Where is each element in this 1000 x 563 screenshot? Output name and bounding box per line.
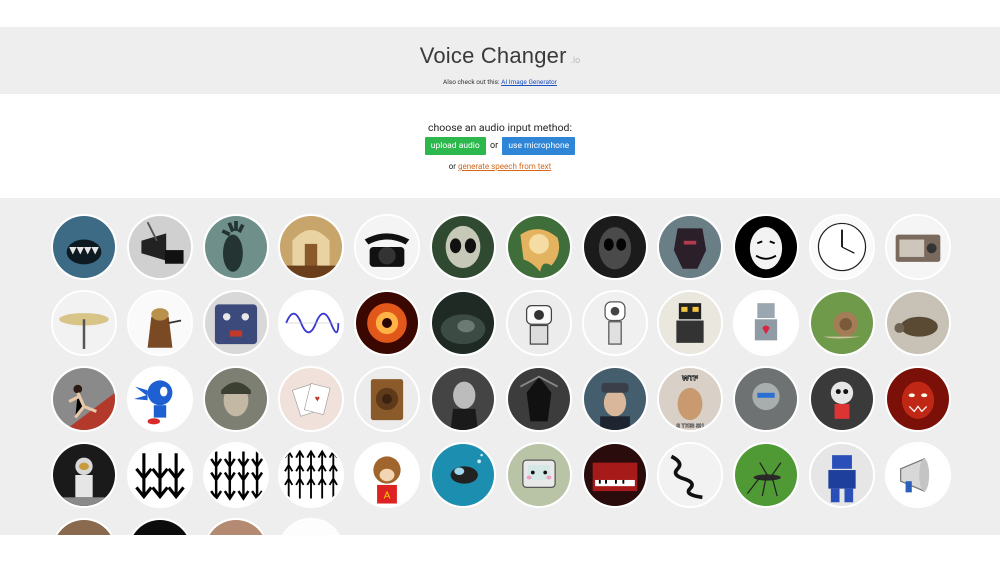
voice-avatar-partial-3[interactable] (202, 518, 269, 535)
voice-avatar-snail[interactable] (809, 290, 875, 356)
voice-avatar-arrows-down-4[interactable] (202, 442, 269, 508)
input-prompt: choose an audio input method: (427, 121, 573, 134)
generate-speech-row: or generate speech from text (0, 162, 1000, 171)
ai-image-generator-link[interactable]: AI Image Generator (501, 78, 557, 86)
voice-avatar-retro-toy-robot[interactable] (657, 290, 724, 356)
voice-avatar-astronaut[interactable] (51, 442, 117, 508)
voice-avatar-tortoise[interactable] (884, 290, 951, 356)
site-title[interactable]: Voice Changer (420, 43, 567, 68)
voice-avatar-grey-robot-head[interactable] (733, 366, 800, 432)
voice-avatar-fire-swirl[interactable] (354, 290, 421, 356)
voice-avatar-monster-mouth[interactable] (51, 214, 117, 280)
voice-avatar-wtf-meme[interactable]: WTF S THIS SH (657, 366, 724, 432)
voice-avatar-chipmunk[interactable]: A (354, 442, 421, 508)
voice-avatar-white-robot[interactable] (505, 290, 572, 356)
voice-avatar-ghost-hand[interactable] (202, 214, 269, 280)
voice-avatar-small-robot[interactable] (809, 366, 875, 432)
voice-avatar-rotary-telephone[interactable] (354, 214, 421, 280)
voice-avatar-guy-fawkes-mask[interactable] (733, 214, 800, 280)
input-buttons: upload audio or use microphone (0, 137, 1000, 155)
voice-avatar-scuba-diver[interactable] (430, 442, 496, 508)
svg-text:A: A (384, 491, 391, 502)
voice-avatar-vintage-portrait[interactable] (430, 366, 496, 432)
voice-avatar-red-piano[interactable] (581, 442, 648, 508)
voice-avatar-armored-robot-head[interactable] (657, 214, 724, 280)
voice-avatar-megaphone[interactable] (884, 442, 951, 508)
voice-avatar-partial-1[interactable] (51, 518, 117, 535)
voice-avatar-arrows-down-3[interactable] (126, 442, 193, 508)
voice-avatar-dark-knight[interactable] (505, 366, 572, 432)
voice-avatar-arrows-up-5[interactable] (278, 442, 345, 508)
voice-avatar-cymbal[interactable] (51, 290, 117, 356)
voice-avatar-melting-clock[interactable] (505, 214, 572, 280)
or-label: or (489, 141, 499, 151)
voice-avatar-coiled-cable[interactable] (657, 442, 724, 508)
gen-prefix: or (448, 162, 458, 171)
also-prefix: Also check out this: (443, 78, 502, 86)
svg-text:♥: ♥ (315, 394, 320, 404)
voice-avatar-officer-portrait[interactable] (581, 366, 648, 432)
voice-avatar-playing-cards[interactable]: ♥ (278, 366, 345, 432)
voice-avatar-wooden-speaker[interactable] (354, 366, 421, 432)
svg-text:S THIS SH: S THIS SH (677, 424, 704, 430)
voice-avatar-sine-wave[interactable] (278, 290, 345, 356)
use-microphone-button[interactable]: use microphone (502, 137, 576, 155)
site-title-suffix: .io (570, 56, 581, 66)
svg-text:WTF: WTF (682, 373, 699, 382)
voice-avatar-dalek[interactable] (126, 290, 193, 356)
voice-avatar-effects-pedal[interactable] (202, 290, 269, 356)
voice-avatar-partial-4[interactable] (278, 518, 345, 535)
voice-avatar-soldier-portrait[interactable] (202, 366, 269, 432)
voice-avatar-church-interior[interactable] (278, 214, 345, 280)
voice-avatar-red-demon[interactable] (884, 366, 951, 432)
voice-avatar-sprinter[interactable] (51, 366, 117, 432)
voice-avatar-toy-robot-heart[interactable] (733, 290, 800, 356)
voice-avatar-white-robot-2[interactable] (581, 290, 648, 356)
also-check-out: Also check out this: AI Image Generator (0, 78, 1000, 86)
voice-avatar-dark-cave[interactable] (430, 290, 496, 356)
upload-audio-button[interactable]: upload audio (424, 137, 486, 155)
input-method-section: choose an audio input method: upload aud… (0, 94, 1000, 198)
bottom-margin (0, 535, 1000, 563)
voice-avatar-pink-robot-tv[interactable] (505, 442, 572, 508)
voice-avatar-portable-radio[interactable] (884, 214, 951, 280)
voice-avatar-alien-grey[interactable] (430, 214, 496, 280)
voice-avatar-blue-hedgehog[interactable] (126, 366, 193, 432)
voice-avatar-megaphone-bw[interactable] (126, 214, 193, 280)
generate-speech-link[interactable]: generate speech from text (458, 162, 551, 171)
voice-avatar-blue-mech-robot[interactable] (809, 442, 875, 508)
voice-avatar-mosquito[interactable] (733, 442, 800, 508)
voice-avatar-partial-2[interactable] (126, 518, 193, 535)
site-header: Voice Changer .io Also check out this: AI… (0, 27, 1000, 94)
voice-avatar-clock-reversed[interactable] (809, 214, 875, 280)
top-margin (0, 0, 1000, 27)
voice-grid: ♥ WTF S THIS SH A (0, 198, 1000, 535)
voice-avatar-dark-alien[interactable] (581, 214, 648, 280)
title-wrap: Voice Changer .io (0, 43, 1000, 69)
